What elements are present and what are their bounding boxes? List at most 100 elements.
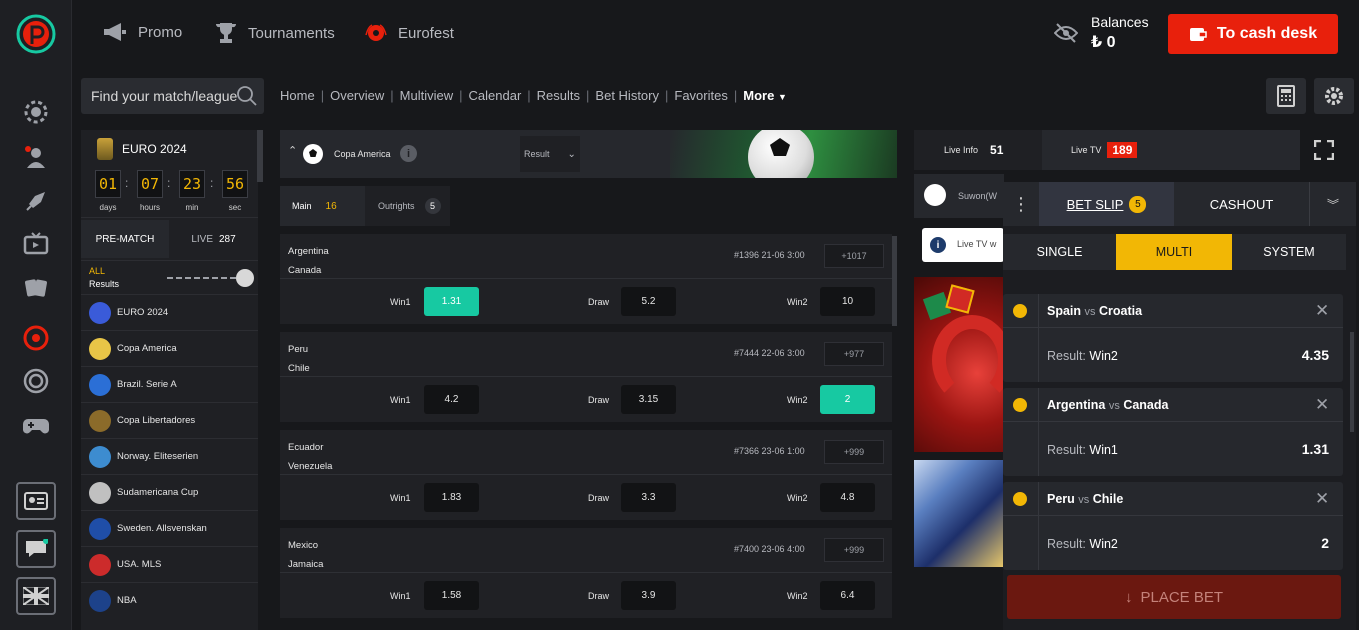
casino-promo-banner[interactable] (914, 277, 1004, 452)
live-dealer-icon[interactable] (20, 141, 52, 173)
sidebar-item-league[interactable]: Brazil. Serie A (81, 366, 258, 402)
place-bet-button[interactable]: ↓ PLACE BET (1007, 575, 1341, 619)
crumb-bet-history[interactable]: Bet History (595, 88, 659, 103)
odd-button[interactable]: 6.4 (820, 581, 875, 610)
sidebar-item-league[interactable]: Norway. Eliteserien (81, 438, 258, 474)
chat-icon[interactable] (16, 530, 56, 568)
cash-desk-button[interactable]: To cash desk (1168, 14, 1338, 54)
tab-bet-slip[interactable]: BET SLIP 5 (1039, 182, 1174, 226)
nav-eurofest[interactable]: Eurofest (364, 22, 454, 44)
target-icon[interactable] (20, 365, 52, 397)
tab-live-info[interactable]: Live Info 51 (914, 130, 1042, 170)
match-row[interactable]: Ecuador Venezuela #7366 23-06 1:00 +999 Win1… (280, 430, 892, 520)
tab-outrights[interactable]: Outrights 5 (365, 186, 450, 226)
nav-promo[interactable]: Promo (102, 22, 182, 42)
odd-button[interactable]: 5.2 (621, 287, 676, 316)
tab-multi[interactable]: MULTI (1116, 234, 1232, 270)
rocket-icon[interactable] (20, 185, 52, 217)
market-select[interactable]: Result ⌄ (520, 136, 580, 172)
bet-event: Peru vs Chile (1047, 492, 1123, 506)
all-results-toggle[interactable]: ALL Results (81, 260, 258, 294)
more-markets-button[interactable]: +977 (824, 342, 884, 366)
scrollbar[interactable] (1350, 332, 1354, 432)
bet-slip-item: Spain vs Croatia ✕ Result: Win2 4.35 (1003, 294, 1343, 382)
game-promo-banner[interactable] (914, 460, 1004, 567)
crumb-results[interactable]: Results (537, 88, 580, 103)
home-team: Peru (288, 344, 309, 355)
odd-button[interactable]: 4.2 (424, 385, 479, 414)
info-icon[interactable]: i (400, 145, 417, 162)
tv-games-icon[interactable] (20, 228, 52, 260)
more-menu[interactable]: More ▼ (743, 88, 787, 103)
more-markets-button[interactable]: +999 (824, 440, 884, 464)
tab-main[interactable]: Main 16 (280, 186, 365, 226)
wallet-icon (1189, 28, 1207, 41)
search-icon[interactable] (236, 85, 258, 112)
remove-bet-close-icon[interactable]: ✕ (1315, 395, 1329, 415)
sidebar-item-league[interactable]: Copa America (81, 330, 258, 366)
crumb-overview[interactable]: Overview (330, 88, 384, 103)
odd-button[interactable]: 2 (820, 385, 875, 414)
bet-slip-menu-icon[interactable]: ⋮ (1003, 182, 1039, 226)
odd-button[interactable]: 1.83 (424, 483, 479, 512)
tab-live[interactable]: LIVE 287 (169, 220, 258, 258)
odd-button[interactable]: 1.31 (424, 287, 479, 316)
match-row[interactable]: Argentina Canada #1396 21-06 3:00 +1017 Win1… (280, 234, 892, 324)
cards-icon[interactable] (20, 272, 52, 304)
match-row[interactable]: Peru Chile #7444 22-06 3:00 +977 Win1 4.2 Draw… (280, 332, 892, 422)
sidebar-item-league[interactable]: Copa Libertadores (81, 402, 258, 438)
live-tv-notice[interactable]: i Live TV w (922, 228, 1004, 262)
result-label: Result: (1047, 443, 1086, 457)
match-meta: #7366 23-06 1:00 (734, 446, 805, 456)
calculator-button[interactable] (1266, 78, 1306, 114)
more-markets-button[interactable]: +1017 (824, 244, 884, 268)
odd-button[interactable]: 4.8 (820, 483, 875, 512)
id-card-icon[interactable] (16, 482, 56, 520)
language-flag-icon[interactable] (16, 577, 56, 615)
sidebar-item-league[interactable]: EURO 2024 (81, 294, 258, 330)
collapse-bet-slip-icon[interactable]: ︾ (1309, 182, 1356, 226)
cash-desk-label: To cash desk (1216, 25, 1318, 42)
crumb-calendar[interactable]: Calendar (469, 88, 522, 103)
hide-balance-toggle[interactable] (1053, 22, 1079, 49)
scrollbar[interactable] (892, 236, 897, 326)
scrollbar[interactable] (257, 130, 263, 182)
fullscreen-icon[interactable] (1313, 139, 1335, 165)
tab-prematch[interactable]: PRE-MATCH (81, 220, 169, 258)
bet-slip-item: Peru vs Chile ✕ Result: Win2 2 (1003, 482, 1343, 570)
balance-block[interactable]: Balances ₺ 0 (1091, 14, 1149, 52)
logo[interactable] (16, 14, 56, 54)
slider-track[interactable] (167, 277, 239, 279)
odd-button[interactable]: 3.3 (621, 483, 676, 512)
odd-button[interactable]: 10 (820, 287, 875, 316)
sidebar-item-league[interactable]: USA. MLS (81, 546, 258, 582)
odd-button[interactable]: 3.9 (621, 581, 676, 610)
tab-single[interactable]: SINGLE (1003, 234, 1116, 270)
crumb-home[interactable]: Home (280, 88, 315, 103)
tab-main-label: Main (292, 201, 312, 211)
gamepad-icon[interactable] (20, 410, 52, 442)
match-meta: #1396 21-06 3:00 (734, 250, 805, 260)
tab-system[interactable]: SYSTEM (1232, 234, 1346, 270)
crumb-multiview[interactable]: Multiview (400, 88, 453, 103)
nav-tournaments[interactable]: Tournaments (214, 22, 335, 44)
more-markets-button[interactable]: +999 (824, 538, 884, 562)
match-row[interactable]: Mexico Jamaica #7400 23-06 4:00 +999 Win1 1.5… (280, 528, 892, 618)
crumb-favorites[interactable]: Favorites (674, 88, 727, 103)
sports-ball-icon[interactable] (20, 322, 52, 354)
remove-bet-close-icon[interactable]: ✕ (1315, 301, 1329, 321)
casino-chip-icon[interactable] (20, 96, 52, 128)
odd-button[interactable]: 1.58 (424, 581, 479, 610)
sidebar-item-league[interactable]: NBA (81, 582, 258, 618)
slider-knob[interactable] (236, 269, 254, 287)
sidebar-item-league[interactable]: Sweden. Allsvenskan (81, 510, 258, 546)
collapse-chevron-icon[interactable]: ⌃ (288, 144, 297, 157)
tab-cashout[interactable]: CASHOUT (1174, 182, 1309, 226)
sidebar-item-league[interactable]: Sudamericana Cup (81, 474, 258, 510)
settings-button[interactable] (1314, 78, 1354, 114)
live-match-row[interactable]: Suwon(W (914, 174, 1004, 218)
euro-countdown-card[interactable]: EURO 2024 01 : 07 : 23 : 56 days hours m… (81, 130, 263, 218)
remove-bet-close-icon[interactable]: ✕ (1315, 489, 1329, 509)
tab-live-tv[interactable]: Live TV 189 (1042, 130, 1300, 170)
odd-button[interactable]: 3.15 (621, 385, 676, 414)
